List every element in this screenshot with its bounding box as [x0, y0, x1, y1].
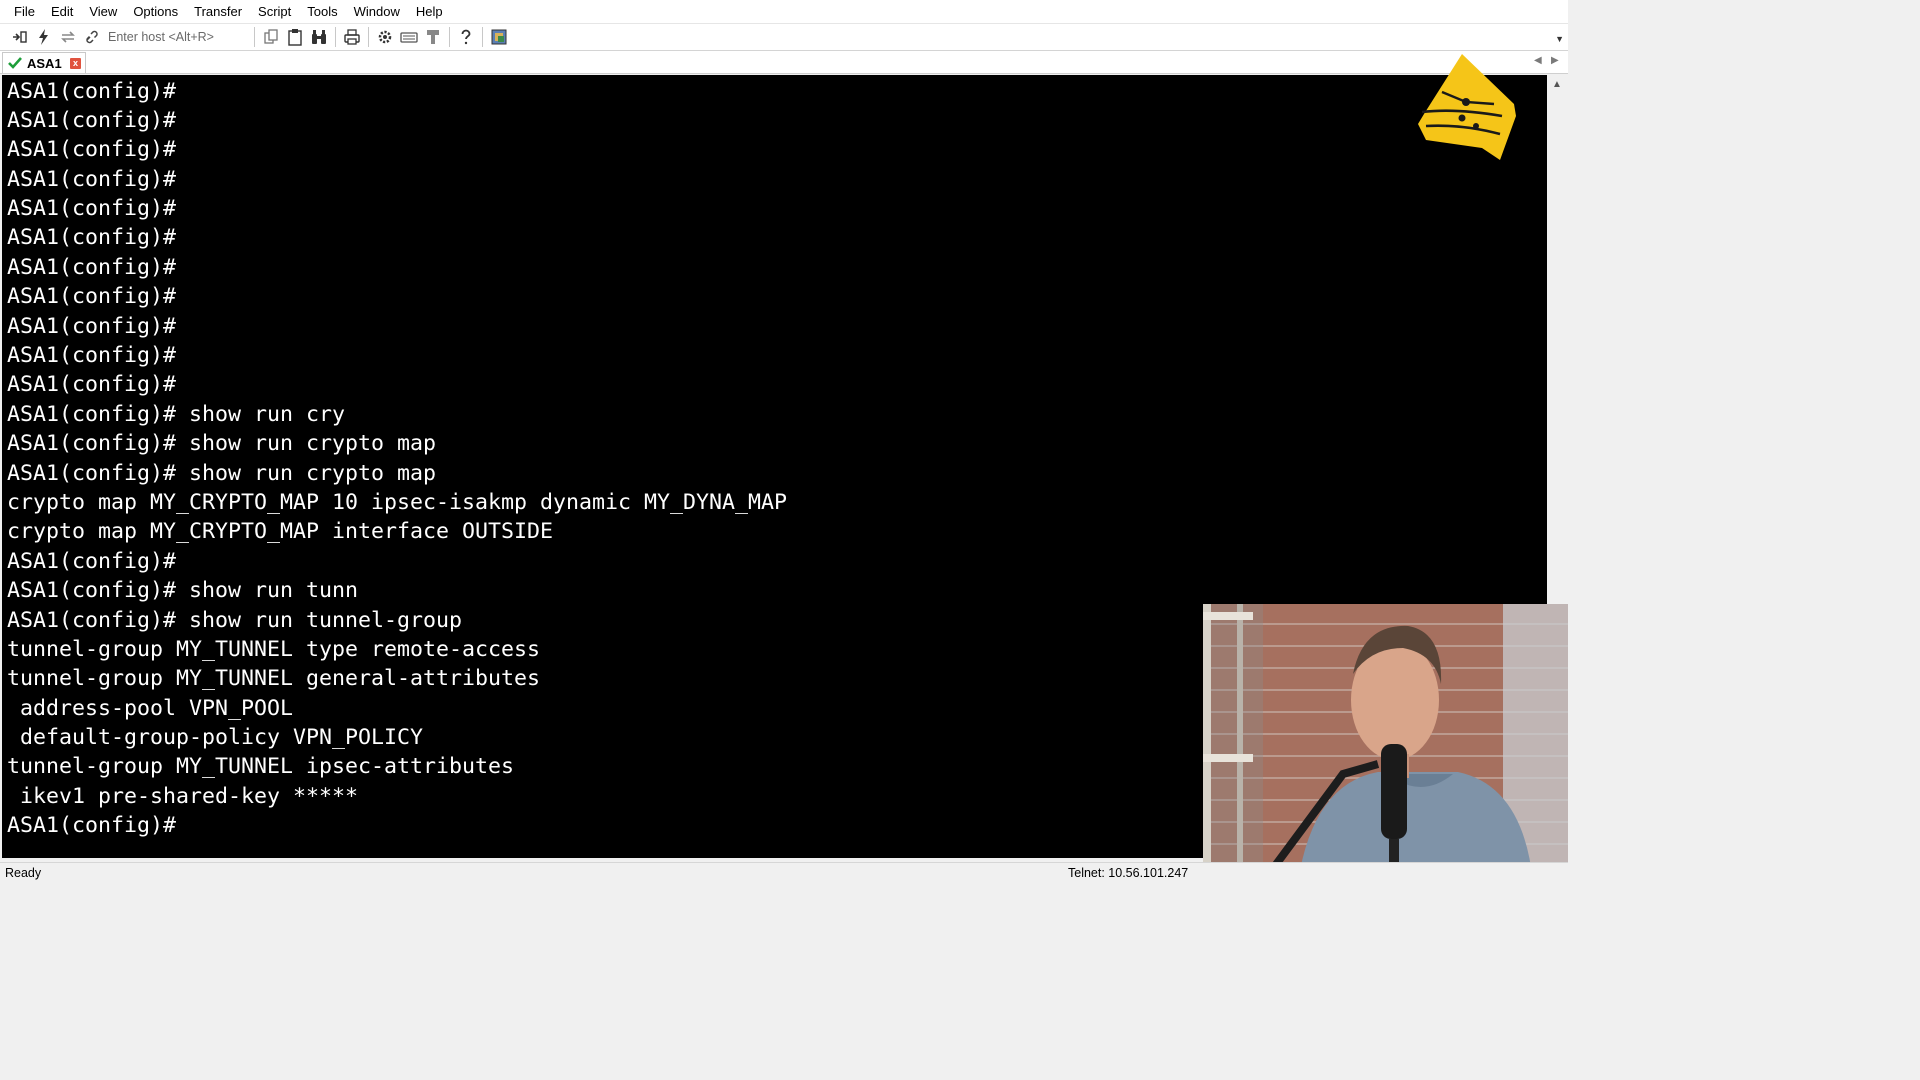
copy-icon[interactable] — [259, 25, 283, 49]
session-tab-bar: ASA1 x ◀ ▶ — [0, 51, 1568, 74]
presenter-webcam-video — [1203, 604, 1568, 882]
reconnect-icon[interactable] — [56, 25, 80, 49]
connect-icon[interactable] — [8, 25, 32, 49]
terminal-line: ASA1(config)# — [7, 254, 177, 280]
terminal-line: tunnel-group MY_TUNNEL ipsec-attributes — [7, 754, 515, 780]
toolbar-separator — [449, 27, 450, 47]
print-icon[interactable] — [340, 25, 364, 49]
menu-transfer[interactable]: Transfer — [186, 0, 250, 23]
terminal-lines: ASA1(config)# ASA1(config)# ASA1(config)# A… — [7, 77, 787, 841]
toolbar: ▼ — [0, 23, 1568, 51]
terminal-line: ASA1(config)# — [7, 166, 177, 192]
chevron-down-icon[interactable]: ▼ — [1555, 34, 1564, 44]
menu-tools[interactable]: Tools — [299, 0, 345, 23]
menu-options[interactable]: Options — [125, 0, 186, 23]
disconnect-icon[interactable] — [80, 25, 104, 49]
menu-edit[interactable]: Edit — [43, 0, 81, 23]
check-icon — [8, 57, 22, 69]
terminal-line: address-pool VPN_POOL — [7, 695, 294, 721]
terminal-line: tunnel-group MY_TUNNEL type remote-acces… — [7, 636, 541, 662]
terminal-line: ASA1(config)# — [7, 225, 177, 251]
menu-window[interactable]: Window — [346, 0, 408, 23]
toolbar-separator — [254, 27, 255, 47]
terminal-line: ASA1(config)# show run tunn — [7, 578, 359, 604]
menu-help[interactable]: Help — [408, 0, 451, 23]
channel-logo-icon — [1418, 54, 1516, 160]
terminal-line: ASA1(config)# — [7, 107, 177, 133]
connection-info: Telnet: 10.56.101.247 — [1068, 866, 1189, 880]
close-icon[interactable]: x — [70, 58, 81, 69]
paste-icon[interactable] — [283, 25, 307, 49]
terminal-line: ASA1(config)# show run crypto map — [7, 460, 437, 486]
tools-icon[interactable] — [421, 25, 445, 49]
terminal-line: ASA1(config)# — [7, 372, 177, 398]
keymap-icon[interactable] — [397, 25, 421, 49]
status-bar: Ready Telnet: 10.56.101.247 — [0, 862, 1568, 882]
terminal-line: crypto map MY_CRYPTO_MAP 10 ipsec-isakmp… — [7, 489, 788, 515]
tab-scroll-right-icon[interactable]: ▶ — [1551, 55, 1559, 66]
terminal-line: ASA1(config)# — [7, 137, 177, 163]
terminal-line: ASA1(config)# — [7, 548, 177, 574]
settings-icon[interactable] — [373, 25, 397, 49]
terminal-line: ASA1(config)# — [7, 343, 177, 369]
terminal-line: ASA1(config)# — [7, 284, 177, 310]
terminal-line: ASA1(config)# show run crypto map — [7, 431, 437, 457]
host-input[interactable] — [104, 27, 250, 47]
tab-scroll-left-icon[interactable]: ◀ — [1534, 55, 1542, 66]
menu-bar: File Edit View Options Transfer Script T… — [0, 0, 1568, 23]
tab-asa1[interactable]: ASA1 x — [2, 52, 86, 73]
toolbar-separator — [335, 27, 336, 47]
menu-file[interactable]: File — [6, 0, 43, 23]
terminal-line: ASA1(config)# — [7, 813, 177, 839]
terminal-line: ASA1(config)# — [7, 78, 177, 104]
terminal-line: ASA1(config)# show run tunnel-group — [7, 607, 463, 633]
sftp-icon[interactable] — [487, 25, 511, 49]
menu-view[interactable]: View — [81, 0, 125, 23]
tab-label: ASA1 — [27, 55, 62, 71]
terminal-line: crypto map MY_CRYPTO_MAP interface OUTSI… — [7, 519, 554, 545]
terminal-line: tunnel-group MY_TUNNEL general-attribute… — [7, 666, 541, 692]
chevron-up-icon[interactable]: ▲ — [1552, 79, 1562, 90]
help-icon[interactable] — [454, 25, 478, 49]
toolbar-separator — [482, 27, 483, 47]
terminal-line: ikev1 pre-shared-key ***** — [7, 783, 359, 809]
status-ready-text: Ready — [5, 866, 42, 880]
terminal-line: ASA1(config)# — [7, 313, 177, 339]
menu-script[interactable]: Script — [250, 0, 299, 23]
terminal-line: default-group-policy VPN_POLICY — [7, 725, 424, 751]
quick-connect-icon[interactable] — [32, 25, 56, 49]
toolbar-separator — [368, 27, 369, 47]
find-icon[interactable] — [307, 25, 331, 49]
terminal-line: ASA1(config)# — [7, 196, 177, 222]
terminal-line: ASA1(config)# show run cry — [7, 401, 346, 427]
